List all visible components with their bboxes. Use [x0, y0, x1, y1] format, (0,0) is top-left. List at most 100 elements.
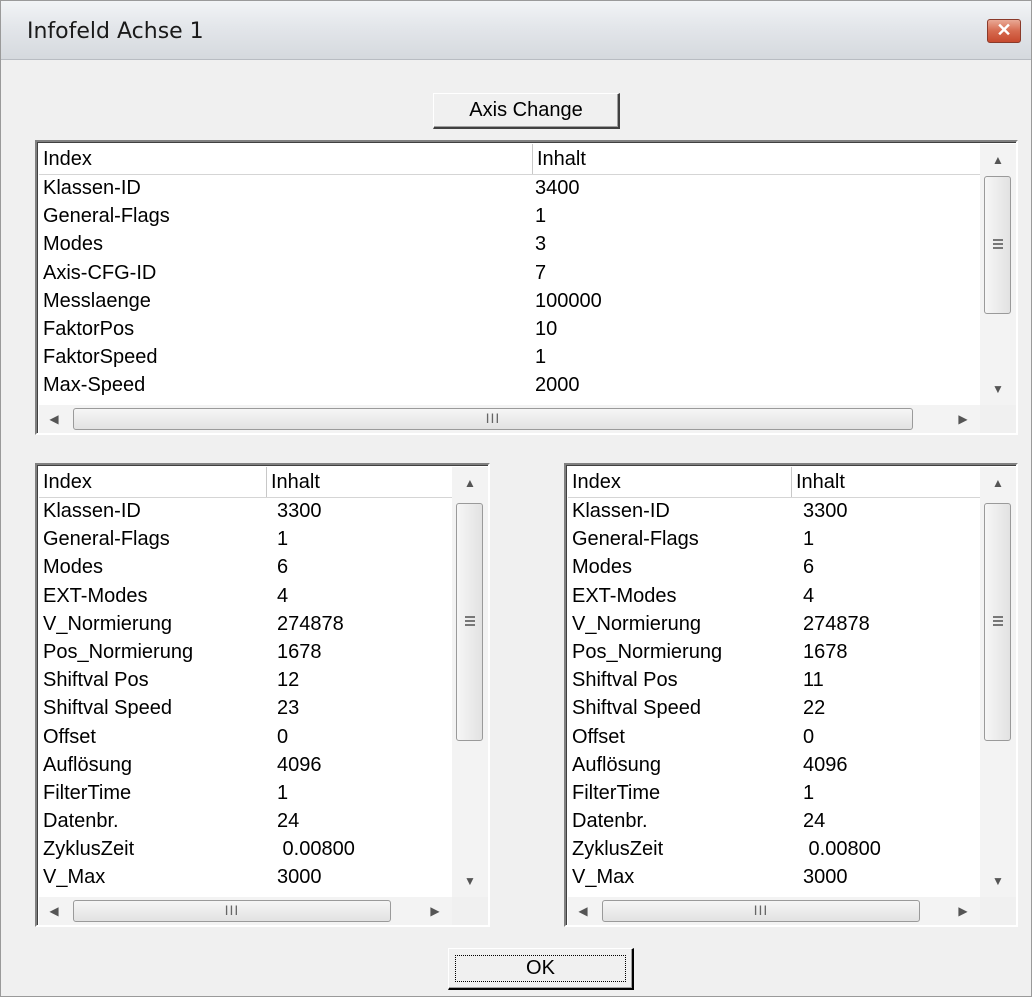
title-bar[interactable]: Infofeld Achse 1 ✕	[1, 1, 1031, 60]
scroll-thumb-horizontal[interactable]: III	[73, 900, 391, 922]
vertical-scrollbar[interactable]: ▲ ▼	[980, 467, 1016, 897]
list-item[interactable]: Klassen-ID 3400	[39, 175, 982, 203]
scroll-down-icon[interactable]: ▼	[980, 373, 1016, 405]
column-header-content[interactable]: Inhalt	[533, 144, 982, 174]
row-index-cell: Shiftval Speed	[43, 697, 172, 720]
row-index-cell: FaktorPos	[43, 317, 135, 340]
row-content-cell: 6	[277, 556, 289, 579]
row-content-cell: 0.00800	[803, 838, 881, 861]
list-item[interactable]: Shiftval Speed 22	[568, 695, 982, 723]
column-header-index[interactable]: Index	[568, 467, 792, 497]
row-index-cell: Shiftval Pos	[572, 669, 678, 692]
list-item[interactable]: EXT-Modes 4	[39, 583, 454, 611]
row-content-cell: 274878	[803, 612, 870, 635]
vertical-scrollbar[interactable]: ▲ ▼	[980, 144, 1016, 405]
row-content-cell: 11	[803, 669, 824, 692]
scroll-left-icon[interactable]: ◀	[39, 405, 69, 433]
list-item[interactable]: Datenbr. 24	[568, 808, 982, 836]
row-index-cell: Modes	[43, 233, 104, 256]
list-item[interactable]: V_Normierung 274878	[568, 611, 982, 639]
list-item[interactable]: Shiftval Pos 12	[39, 667, 454, 695]
list-item[interactable]: Max-Speed 2000	[39, 372, 982, 400]
list-item[interactable]: Modes 6	[39, 554, 454, 582]
list-item[interactable]: General-Flags 1	[568, 526, 982, 554]
row-index-cell: General-Flags	[572, 528, 699, 551]
list-item[interactable]: Datenbr. 24	[39, 808, 454, 836]
list-item[interactable]: Modes 3	[39, 231, 982, 259]
row-index-cell: General-Flags	[43, 528, 170, 551]
scroll-down-icon[interactable]: ▼	[452, 865, 488, 897]
list-item[interactable]: Messlaenge 100000	[39, 288, 982, 316]
list-item[interactable]: Auflösung 4096	[568, 752, 982, 780]
left-list-view[interactable]: Index Inhalt Klassen-ID 3300 General-Flags…	[35, 463, 490, 927]
row-content-cell: 24	[803, 810, 826, 833]
scroll-up-icon[interactable]: ▲	[452, 467, 488, 499]
list-item[interactable]: Pos_Normierung 1678	[39, 639, 454, 667]
scroll-thumb-horizontal[interactable]: III	[602, 900, 920, 922]
scroll-down-icon[interactable]: ▼	[980, 865, 1016, 897]
list-item[interactable]: FaktorSpeed 1	[39, 344, 982, 372]
list-item[interactable]: Klassen-ID 3300	[568, 498, 982, 526]
row-content-cell: 12	[277, 669, 300, 692]
row-content-cell: 4	[803, 584, 815, 607]
row-content-cell: 3000	[277, 866, 322, 889]
ok-button[interactable]: OK	[448, 948, 634, 990]
scroll-right-icon[interactable]: ▶	[948, 405, 978, 433]
list-item[interactable]: Pos_Normierung 1678	[568, 639, 982, 667]
row-content-cell: 1	[803, 781, 815, 804]
column-header-index[interactable]: Index	[39, 467, 267, 497]
row-content-cell: 3400	[535, 177, 580, 199]
list-item[interactable]: ZyklusZeit 0.00800	[568, 836, 982, 864]
list-item[interactable]: Auflösung 4096	[39, 752, 454, 780]
close-icon[interactable]: ✕	[987, 19, 1021, 43]
column-header-content[interactable]: Inhalt	[792, 467, 982, 497]
column-header-content[interactable]: Inhalt	[267, 467, 454, 497]
row-index-cell: Messlaenge	[43, 289, 151, 312]
list-item[interactable]: General-Flags 1	[39, 526, 454, 554]
row-index-cell: Max-Speed	[43, 374, 146, 397]
list-item[interactable]: V_Normierung 274878	[39, 611, 454, 639]
scroll-up-icon[interactable]: ▲	[980, 144, 1016, 176]
horizontal-scrollbar[interactable]: ◀ III ▶	[568, 897, 980, 925]
list-item[interactable]: FilterTime 1	[568, 780, 982, 808]
list-item[interactable]: EXT-Modes 4	[568, 583, 982, 611]
scroll-thumb-horizontal[interactable]: III	[73, 408, 913, 430]
list-item[interactable]: Offset 0	[39, 724, 454, 752]
row-content-cell: 0.00800	[277, 838, 355, 861]
list-header: Index Inhalt	[39, 467, 454, 498]
list-item[interactable]: Shiftval Pos 11	[568, 667, 982, 695]
list-item[interactable]: General-Flags 1	[39, 203, 982, 231]
scroll-left-icon[interactable]: ◀	[39, 897, 69, 925]
row-index-cell: Pos_Normierung	[43, 640, 194, 663]
row-content-cell: 1	[535, 205, 547, 228]
list-item[interactable]: FaktorPos 10	[39, 316, 982, 344]
scroll-right-icon[interactable]: ▶	[420, 897, 450, 925]
scroll-thumb[interactable]	[984, 176, 1011, 314]
scroll-left-icon[interactable]: ◀	[568, 897, 598, 925]
row-index-cell: Shiftval Speed	[572, 697, 701, 720]
scroll-right-icon[interactable]: ▶	[948, 897, 978, 925]
list-item[interactable]: V_Max 3000	[39, 864, 454, 892]
list-item[interactable]: V_Max 3000	[568, 864, 982, 892]
list-item[interactable]: Offset 0	[568, 724, 982, 752]
column-header-index[interactable]: Index	[39, 144, 533, 174]
horizontal-scrollbar[interactable]: ◀ III ▶	[39, 897, 452, 925]
vertical-scrollbar[interactable]: ▲ ▼	[452, 467, 488, 897]
list-item[interactable]: Klassen-ID 3300	[39, 498, 454, 526]
scroll-up-icon[interactable]: ▲	[980, 467, 1016, 499]
scroll-thumb[interactable]	[984, 503, 1011, 741]
list-item[interactable]: Modes 6	[568, 554, 982, 582]
list-item[interactable]: Shiftval Speed 23	[39, 695, 454, 723]
list-item[interactable]: ZyklusZeit 0.00800	[39, 836, 454, 864]
right-list-view[interactable]: Index Inhalt Klassen-ID 3300 General-Flags…	[564, 463, 1018, 927]
right-list-rows: Klassen-ID 3300 General-Flags 1 Modes 6 EXT-Mo…	[568, 498, 982, 893]
list-item[interactable]: Axis-CFG-ID 7	[39, 260, 982, 288]
row-index-cell: Shiftval Pos	[43, 669, 149, 692]
scroll-thumb[interactable]	[456, 503, 483, 741]
row-index-cell: FaktorSpeed	[43, 346, 158, 369]
top-list-view[interactable]: Index Inhalt Klassen-ID 3400 General-Flags…	[35, 140, 1018, 435]
axis-change-button[interactable]: Axis Change	[433, 93, 620, 129]
row-content-cell: 100000	[535, 289, 602, 312]
horizontal-scrollbar[interactable]: ◀ III ▶	[39, 405, 980, 433]
list-item[interactable]: FilterTime 1	[39, 780, 454, 808]
